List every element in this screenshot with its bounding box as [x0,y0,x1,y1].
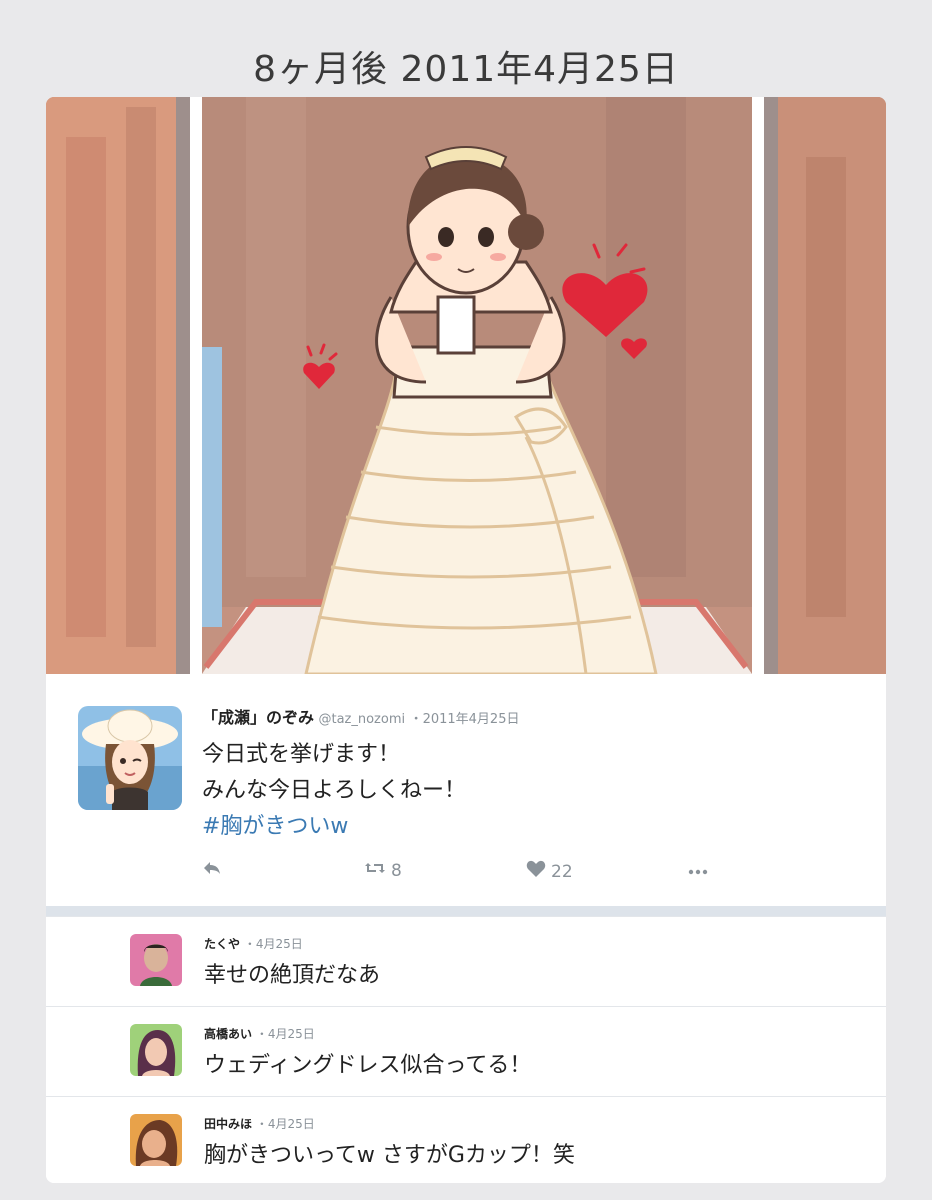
reply-avatar[interactable] [130,934,182,986]
wedding-illustration[interactable] [46,97,886,674]
tweet-header: 「成瀬」のぞみ @taz_nozomi ・2011年4月25日 [202,704,519,728]
like-button[interactable]: 22 [526,860,573,883]
tweet-text-line-1: 今日式を挙げます！ [202,742,401,767]
reply-button[interactable] [202,860,222,881]
reply-avatar[interactable] [130,1114,182,1166]
meta-separator: ・ [409,712,423,727]
page-title: 8ヶ月後 2011年4月25日 [253,49,679,90]
tweet-card: 「成瀬」のぞみ @taz_nozomi ・2011年4月25日 今日式を挙げます… [46,97,886,1183]
tweet-date[interactable]: 2011年4月25日 [423,712,520,727]
reply-author[interactable]: 高橋あい [204,1027,252,1041]
reply-author[interactable]: 田中みほ [204,1117,252,1131]
reply-date[interactable]: 4月25日 [268,1027,315,1041]
retweet-button[interactable]: 8 [364,860,402,881]
tweet-actions: 8 22 [202,860,762,886]
more-dots-icon [688,860,708,880]
meta-separator: ・ [255,1117,268,1131]
like-count: 22 [551,861,573,882]
reply-text: 胸がきついってw さすがGカップ！笑 [204,1143,575,1168]
reply-date[interactable]: 4月25日 [256,937,303,951]
reply-item[interactable]: 高橋あい ・4月25日 ウェディングドレス似合ってる！ [46,1006,886,1095]
reply-header: たくや ・4月25日 [204,935,303,952]
display-name[interactable]: 「成瀬」のぞみ [202,708,314,727]
retweet-count: 8 [391,860,402,881]
reply-text: ウェディングドレス似合ってる！ [204,1053,532,1078]
hashtag-link[interactable]: #胸がきついw [202,808,348,840]
reply-avatar[interactable] [130,1024,182,1076]
retweet-icon [364,860,386,881]
reply-item[interactable]: 田中みほ ・4月25日 胸がきついってw さすがGカップ！笑 [46,1096,886,1183]
reply-header: 田中みほ ・4月25日 [204,1115,315,1132]
more-button[interactable] [688,860,708,880]
user-avatar[interactable] [78,706,182,810]
section-divider [46,906,886,916]
heart-icon [526,860,546,883]
reply-date[interactable]: 4月25日 [268,1117,315,1131]
reply-text: 幸せの絶頂だなあ [204,963,381,988]
meta-separator: ・ [255,1027,268,1041]
reply-header: 高橋あい ・4月25日 [204,1025,315,1042]
reply-item[interactable]: たくや ・4月25日 幸せの絶頂だなあ [46,916,886,1005]
user-handle[interactable]: @taz_nozomi [318,712,405,727]
reply-author[interactable]: たくや [204,937,240,951]
reply-arrow-icon [202,860,222,881]
meta-separator: ・ [243,937,256,951]
main-tweet: 「成瀬」のぞみ @taz_nozomi ・2011年4月25日 今日式を挙げます… [46,674,886,906]
tweet-text-line-2: みんな今日よろしくねー！ [202,778,467,803]
